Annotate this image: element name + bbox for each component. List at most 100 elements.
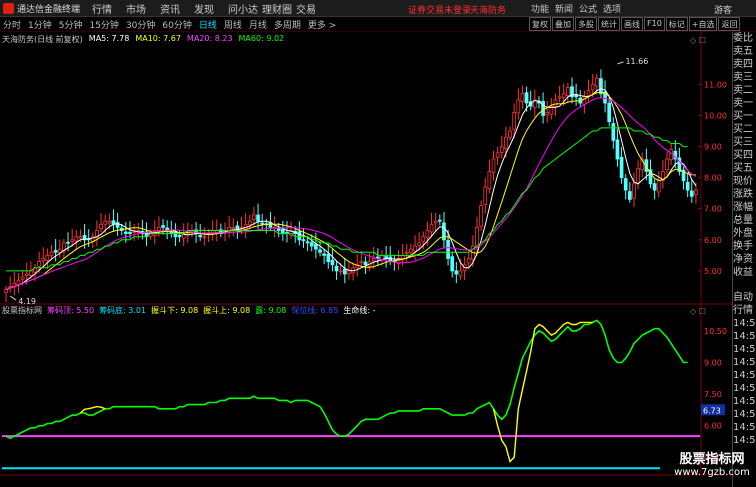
period-tab-2[interactable]: 5分钟 xyxy=(59,18,83,31)
app-name: 通达信金融终端 xyxy=(17,4,81,15)
menu-item-2[interactable]: 资讯 xyxy=(160,1,194,16)
main-chart-corner-icons[interactable]: ◇ ☐ xyxy=(690,36,706,45)
side-panel-item-28[interactable]: 14:50 xyxy=(733,408,756,421)
side-panel-item-5[interactable]: 卖一 xyxy=(733,97,756,110)
side-panel-item-26[interactable]: 14:50 xyxy=(733,382,756,395)
side-panel-item-25[interactable]: 14:50 xyxy=(733,369,756,382)
candle-body-80 xyxy=(334,265,339,272)
app-logo[interactable]: 通达信金融终端 xyxy=(0,2,92,15)
side-panel-item-6[interactable]: 买一 xyxy=(733,110,756,123)
candle-body-62 xyxy=(260,222,265,225)
side-panel-item-16[interactable]: 换手 xyxy=(733,240,756,253)
candle-body-76 xyxy=(318,249,322,253)
guest-user[interactable]: 游客 xyxy=(714,3,732,16)
side-panel-item-22[interactable]: 14:50 xyxy=(733,330,756,343)
indicator-tick-4: 10.50 xyxy=(704,327,727,336)
side-panel-item-27[interactable]: 14:50 xyxy=(733,395,756,408)
candle-body-110 xyxy=(458,270,463,277)
candle-body-73 xyxy=(305,241,310,244)
period-tab-7[interactable]: 周线 xyxy=(224,18,242,31)
side-panel-item-19[interactable]: 自动 xyxy=(733,291,756,304)
tool-button-5[interactable]: F10 xyxy=(644,17,665,31)
menu-item-4[interactable]: 问小达 xyxy=(228,1,262,16)
side-panel-item-23[interactable]: 14:50 xyxy=(733,343,756,356)
tool-button-3[interactable]: 统计 xyxy=(598,17,620,31)
right-menu-item-0[interactable]: 功能 xyxy=(531,2,555,15)
side-panel-item-30[interactable]: 14:50 xyxy=(733,434,756,447)
menu-item-6[interactable]: 交易 xyxy=(296,1,330,16)
side-panel-item-9[interactable]: 买四 xyxy=(733,149,756,162)
menu-item-1[interactable]: 市场 xyxy=(126,1,160,16)
candle-body-24 xyxy=(103,220,108,225)
side-panel-item-17[interactable]: 净资 xyxy=(733,253,756,266)
tool-button-6[interactable]: 标记 xyxy=(665,17,688,31)
period-tab-6[interactable]: 日线 xyxy=(199,18,217,31)
side-panel-item-12[interactable]: 涨跌 xyxy=(733,188,756,201)
side-panel-item-10[interactable]: 买五 xyxy=(733,162,756,175)
price-tick-0: 5.00 xyxy=(704,267,722,276)
candle-body-72 xyxy=(301,239,306,242)
side-panel-item-3[interactable]: 卖三 xyxy=(733,71,756,84)
right-menu-item-2[interactable]: 公式 xyxy=(579,2,603,15)
candle-body-59 xyxy=(247,220,252,226)
candle-body-104 xyxy=(433,220,438,224)
side-panel-item-14[interactable]: 总量 xyxy=(733,214,756,227)
period-tab-9[interactable]: 多周期 xyxy=(274,18,301,31)
side-panel-item-20[interactable]: 行情 xyxy=(733,304,756,317)
menu-item-3[interactable]: 发现 xyxy=(194,1,228,16)
candle-body-78 xyxy=(326,253,331,262)
side-panel-item-2[interactable]: 卖四 xyxy=(733,58,756,71)
candle-body-115 xyxy=(479,205,483,227)
side-panel-item-21[interactable]: 14:50 xyxy=(733,317,756,330)
side-panel-item-29[interactable]: 14:50 xyxy=(733,421,756,434)
tool-button-8[interactable]: 返回 xyxy=(718,17,741,31)
price-chart[interactable]: 5.006.007.008.009.0010.0011.004.506.007.… xyxy=(0,32,732,487)
side-panel-item-18[interactable]: 收益 xyxy=(733,266,756,279)
side-panel-item-7[interactable]: 买二 xyxy=(733,123,756,136)
side-panel-item-1[interactable]: 卖五 xyxy=(733,45,756,58)
period-tab-4[interactable]: 30分钟 xyxy=(126,18,155,31)
tool-button-0[interactable]: 复权 xyxy=(529,17,551,31)
candle-body-4 xyxy=(20,276,25,280)
side-panel-item-24[interactable]: 14:50 xyxy=(733,356,756,369)
main-menu: 行情 市场 资讯 发现 问小达 理财圈 交易 xyxy=(92,1,330,16)
ma10-label: MA10: 7.67 xyxy=(135,34,181,43)
candle-body-147 xyxy=(611,123,616,141)
candle-body-148 xyxy=(615,139,620,160)
login-status[interactable]: 证券交易未登录 xyxy=(408,3,471,16)
side-panel-item-11[interactable]: 现价 xyxy=(733,175,756,188)
side-panel-item-4[interactable]: 卖二 xyxy=(733,84,756,97)
side-panel-item-13[interactable]: 涨幅 xyxy=(733,201,756,214)
period-tab-8[interactable]: 月线 xyxy=(249,18,267,31)
quote-side-panel[interactable]: 委比 卖五 卖四 卖三 卖二 卖一 买一 买二 买三 买四 买五 现价 涨跌 涨幅 总量 外盘 换手 净资 收益自动… xyxy=(732,32,756,487)
period-tab-3[interactable]: 15分钟 xyxy=(89,18,118,31)
ma20-label: MA20: 8.23 xyxy=(186,34,233,43)
indicator-green-line xyxy=(5,319,688,440)
candle-body-30 xyxy=(128,231,132,235)
period-tab-1[interactable]: 1分钟 xyxy=(28,18,52,31)
menu-item-0[interactable]: 行情 xyxy=(92,1,126,16)
side-panel-item-0[interactable]: 委比 xyxy=(733,32,756,45)
right-menu-item-1[interactable]: 新闻 xyxy=(555,2,579,15)
candle-body-103 xyxy=(429,223,434,233)
side-panel-item-15[interactable]: 外盘 xyxy=(733,227,756,240)
menu-item-5[interactable]: 理财圈 xyxy=(262,1,296,16)
main-chart-header: 天海防务(日线 前复权) MA5: 7.78 MA10: 7.67 MA20: … xyxy=(2,34,290,45)
candle-body-13 xyxy=(57,248,62,253)
tool-button-2[interactable]: 多股 xyxy=(575,17,597,31)
right-menu-item-3[interactable]: 选项 xyxy=(603,2,627,15)
side-panel-item-8[interactable]: 买三 xyxy=(733,136,756,149)
candle-body-146 xyxy=(607,102,612,123)
period-tab-5[interactable]: 60分钟 xyxy=(162,18,191,31)
period-tab-0[interactable]: 分时 xyxy=(3,18,21,31)
tool-button-1[interactable]: 叠加 xyxy=(552,17,574,31)
tool-button-7[interactable]: +自选 xyxy=(688,17,718,31)
period-tab-10[interactable]: 更多 > xyxy=(308,18,336,31)
tool-button-4[interactable]: 画线 xyxy=(621,17,643,31)
candle-body-5 xyxy=(24,273,29,277)
indicator-tick-3: 9.00 xyxy=(704,358,722,367)
candle-body-55 xyxy=(231,226,236,230)
indicator-corner-icons[interactable]: ◇ ☐ xyxy=(690,307,706,316)
candle-body-136 xyxy=(566,87,570,96)
app-logo-icon xyxy=(3,2,14,14)
